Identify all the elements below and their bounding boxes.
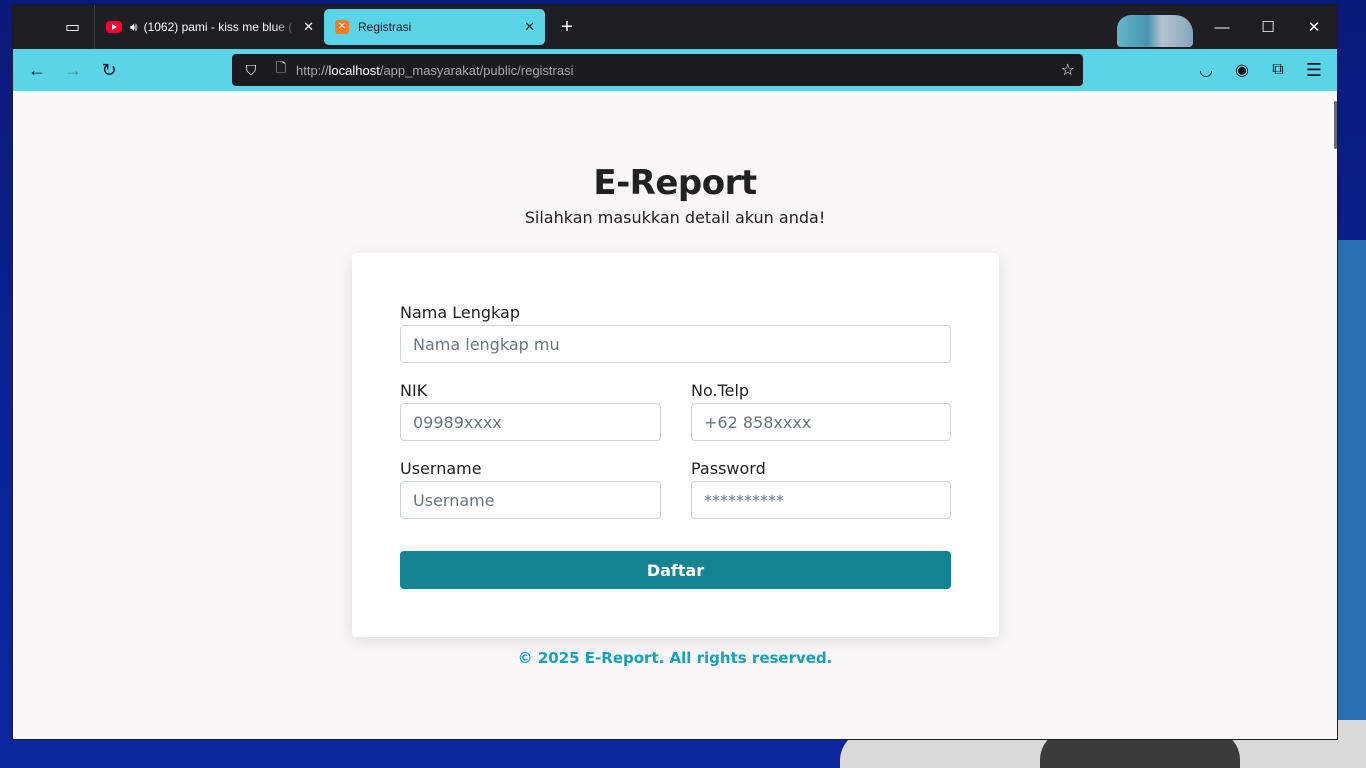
browser-window: ▭ 🔊︎ (1062) pami - kiss me blue ( ✕ ✕ Re… [12,4,1338,740]
nik-input[interactable] [400,403,661,441]
back-arrow-icon[interactable]: ← [21,54,53,86]
page-content: E-Report Silahkan masukkan detail akun a… [13,91,1337,739]
scrollbar[interactable] [1334,101,1337,149]
forward-arrow-icon[interactable]: → [57,54,89,86]
speaker-icon[interactable]: 🔊︎ [130,20,138,35]
menu-icon[interactable]: ☰ [1298,54,1330,86]
username-label: Username [400,459,482,478]
nama-label: Nama Lengkap [400,303,520,322]
shield-icon[interactable]: ⛉ [234,62,268,79]
new-tab-button[interactable]: + [547,9,587,45]
tab-overview-icon[interactable]: ▭ [51,5,95,49]
youtube-icon [106,19,122,35]
theme-character-image [1117,15,1193,47]
xampp-icon: ✕ [334,19,350,35]
nik-label: NIK [400,381,428,400]
account-icon[interactable]: ◉ [1226,54,1258,86]
navigation-toolbar: ← → ↻ ⛉ 🗋︎ http://localhost/app_masyarak… [13,49,1337,91]
tab-strip: ▭ 🔊︎ (1062) pami - kiss me blue ( ✕ ✕ Re… [13,5,1337,49]
tab-title: Registrasi [358,20,412,34]
close-icon[interactable]: ✕ [303,19,314,35]
page-title: E-Report [593,163,757,203]
pocket-icon[interactable]: ◡ [1190,54,1222,86]
telp-label: No.Telp [691,381,750,400]
registration-form: Nama Lengkap NIK No.Telp Username Passwo… [352,253,999,637]
username-input[interactable] [400,481,661,519]
password-label: Password [691,459,766,478]
tab-youtube[interactable]: 🔊︎ (1062) pami - kiss me blue ( ✕ [96,9,324,45]
bookmark-star-icon[interactable]: ☆ [1061,60,1075,80]
page-icon[interactable]: 🗋︎ [268,59,294,81]
telp-input[interactable] [691,403,951,441]
url-text[interactable]: http://localhost/app_masyarakat/public/r… [296,63,574,78]
extensions-icon[interactable]: ⧉ [1262,54,1294,86]
minimize-button[interactable]: — [1199,5,1245,49]
nama-input[interactable] [400,325,951,363]
page-subtitle: Silahkan masukkan detail akun anda! [524,208,826,227]
tab-registrasi[interactable]: ✕ Registrasi ✕ [324,9,545,45]
window-close-button[interactable]: ✕ [1291,5,1337,49]
maximize-button[interactable]: ☐ [1245,5,1291,49]
wallpaper-edge [1336,240,1366,768]
address-bar[interactable]: ⛉ 🗋︎ http://localhost/app_masyarakat/pub… [232,54,1083,86]
reload-icon[interactable]: ↻ [93,54,125,86]
password-input[interactable] [691,481,951,519]
daftar-button[interactable]: Daftar [400,551,951,589]
tab-title: (1062) pami - kiss me blue ( [143,20,293,34]
close-icon[interactable]: ✕ [524,19,535,35]
footer-copyright: © 2025 E-Report. All rights reserved. [517,649,833,667]
